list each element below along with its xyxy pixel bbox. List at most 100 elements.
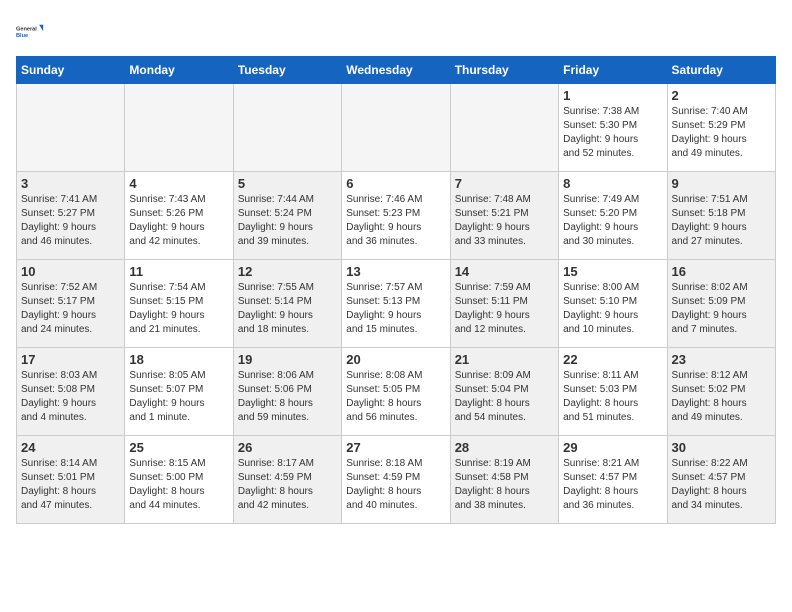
day-number: 24 (21, 440, 120, 455)
calendar-cell: 29Sunrise: 8:21 AM Sunset: 4:57 PM Dayli… (559, 436, 667, 524)
svg-text:General: General (16, 26, 37, 32)
calendar-cell: 27 Sunrise: 8:18 AM Sunset: 4:59 PM Dayli… (342, 436, 450, 524)
day-info: Sunrise: 7:41 AM Sunset: 5:27 PM Dayligh… (21, 193, 120, 249)
day-number: 29 (563, 440, 662, 455)
day-info: Sunrise: 8:05 AM Sunset: 5:07 PM Dayligh… (129, 369, 228, 425)
day-info: Sunrise: 7:38 AM Sunset: 5:30 PM Dayligh… (563, 105, 662, 161)
calendar-row-3: 17 Sunrise: 8:03 AM Sunset: 5:08 PM Dayli… (17, 348, 776, 436)
day-number: 11 (129, 264, 228, 279)
calendar-cell: 1 Sunrise: 7:38 AM Sunset: 5:30 PM Daylig… (559, 84, 667, 172)
calendar-cell: 21 Sunrise: 8:09 AM Sunset: 5:04 PM Dayli… (450, 348, 558, 436)
day-number: 6 (346, 176, 445, 191)
day-info: Sunrise: 7:48 AM Sunset: 5:21 PM Dayligh… (455, 193, 554, 249)
header-cell-monday: Monday (125, 57, 233, 84)
svg-text:Blue: Blue (16, 33, 28, 39)
calendar-cell: 20 Sunrise: 8:08 AM Sunset: 5:05 PM Dayli… (342, 348, 450, 436)
day-number: 19 (238, 352, 337, 367)
day-number: 15 (563, 264, 662, 279)
day-info: Sunrise: 8:08 AM Sunset: 5:05 PM Dayligh… (346, 369, 445, 425)
header-cell-saturday: Saturday (667, 57, 775, 84)
header-cell-sunday: Sunday (17, 57, 125, 84)
day-info: Sunrise: 8:14 AM Sunset: 5:01 PM Dayligh… (21, 457, 120, 513)
calendar-cell: 24 Sunrise: 8:14 AM Sunset: 5:01 PM Dayli… (17, 436, 125, 524)
day-info: Sunrise: 7:55 AM Sunset: 5:14 PM Dayligh… (238, 281, 337, 337)
calendar-row-1: 3 Sunrise: 7:41 AM Sunset: 5:27 PM Daylig… (17, 172, 776, 260)
day-info: Sunrise: 8:12 AM Sunset: 5:02 PM Dayligh… (672, 369, 771, 425)
day-info: Sunrise: 7:54 AM Sunset: 5:15 PM Dayligh… (129, 281, 228, 337)
logo-icon: GeneralBlue (16, 16, 48, 48)
day-number: 14 (455, 264, 554, 279)
day-number: 16 (672, 264, 771, 279)
calendar-cell (233, 84, 341, 172)
day-number: 13 (346, 264, 445, 279)
day-info: Sunrise: 7:46 AM Sunset: 5:23 PM Dayligh… (346, 193, 445, 249)
calendar-cell: 17 Sunrise: 8:03 AM Sunset: 5:08 PM Dayli… (17, 348, 125, 436)
day-info: Sunrise: 7:44 AM Sunset: 5:24 PM Dayligh… (238, 193, 337, 249)
day-info: Sunrise: 8:03 AM Sunset: 5:08 PM Dayligh… (21, 369, 120, 425)
day-number: 21 (455, 352, 554, 367)
calendar-cell: 7 Sunrise: 7:48 AM Sunset: 5:21 PM Daylig… (450, 172, 558, 260)
calendar-row-2: 10 Sunrise: 7:52 AM Sunset: 5:17 PM Dayli… (17, 260, 776, 348)
calendar-cell: 22 Sunrise: 8:11 AM Sunset: 5:03 PM Dayli… (559, 348, 667, 436)
calendar-cell: 28 Sunrise: 8:19 AM Sunset: 4:58 PM Dayli… (450, 436, 558, 524)
day-info: Sunrise: 7:59 AM Sunset: 5:11 PM Dayligh… (455, 281, 554, 337)
day-info: Sunrise: 8:02 AM Sunset: 5:09 PM Dayligh… (672, 281, 771, 337)
header-cell-wednesday: Wednesday (342, 57, 450, 84)
calendar-row-0: 1 Sunrise: 7:38 AM Sunset: 5:30 PM Daylig… (17, 84, 776, 172)
calendar-cell (17, 84, 125, 172)
day-info: Sunrise: 8:09 AM Sunset: 5:04 PM Dayligh… (455, 369, 554, 425)
day-info: Sunrise: 7:52 AM Sunset: 5:17 PM Dayligh… (21, 281, 120, 337)
day-number: 10 (21, 264, 120, 279)
day-number: 22 (563, 352, 662, 367)
day-number: 17 (21, 352, 120, 367)
calendar-cell: 8 Sunrise: 7:49 AM Sunset: 5:20 PM Daylig… (559, 172, 667, 260)
calendar-cell: 25Sunrise: 8:15 AM Sunset: 5:00 PM Dayli… (125, 436, 233, 524)
calendar-cell: 6 Sunrise: 7:46 AM Sunset: 5:23 PM Daylig… (342, 172, 450, 260)
day-info: Sunrise: 7:51 AM Sunset: 5:18 PM Dayligh… (672, 193, 771, 249)
day-info: Sunrise: 7:43 AM Sunset: 5:26 PM Dayligh… (129, 193, 228, 249)
header-cell-thursday: Thursday (450, 57, 558, 84)
day-number: 23 (672, 352, 771, 367)
header-cell-tuesday: Tuesday (233, 57, 341, 84)
day-number: 25 (129, 440, 228, 455)
calendar-cell: 18Sunrise: 8:05 AM Sunset: 5:07 PM Dayli… (125, 348, 233, 436)
day-number: 4 (129, 176, 228, 191)
day-info: Sunrise: 8:22 AM Sunset: 4:57 PM Dayligh… (672, 457, 771, 513)
calendar-cell: 11 Sunrise: 7:54 AM Sunset: 5:15 PM Dayli… (125, 260, 233, 348)
calendar-cell (125, 84, 233, 172)
day-info: Sunrise: 8:18 AM Sunset: 4:59 PM Dayligh… (346, 457, 445, 513)
day-number: 30 (672, 440, 771, 455)
header-cell-friday: Friday (559, 57, 667, 84)
day-number: 1 (563, 88, 662, 103)
day-number: 26 (238, 440, 337, 455)
day-info: Sunrise: 7:49 AM Sunset: 5:20 PM Dayligh… (563, 193, 662, 249)
day-info: Sunrise: 8:06 AM Sunset: 5:06 PM Dayligh… (238, 369, 337, 425)
day-number: 5 (238, 176, 337, 191)
day-number: 27 (346, 440, 445, 455)
calendar-cell: 26 Sunrise: 8:17 AM Sunset: 4:59 PM Dayli… (233, 436, 341, 524)
calendar-cell: 15Sunrise: 8:00 AM Sunset: 5:10 PM Dayli… (559, 260, 667, 348)
calendar-cell: 12 Sunrise: 7:55 AM Sunset: 5:14 PM Dayli… (233, 260, 341, 348)
day-number: 12 (238, 264, 337, 279)
day-info: Sunrise: 7:57 AM Sunset: 5:13 PM Dayligh… (346, 281, 445, 337)
day-info: Sunrise: 7:40 AM Sunset: 5:29 PM Dayligh… (672, 105, 771, 161)
day-number: 28 (455, 440, 554, 455)
calendar-cell: 14 Sunrise: 7:59 AM Sunset: 5:11 PM Dayli… (450, 260, 558, 348)
day-info: Sunrise: 8:19 AM Sunset: 4:58 PM Dayligh… (455, 457, 554, 513)
calendar-cell (450, 84, 558, 172)
day-number: 2 (672, 88, 771, 103)
day-number: 3 (21, 176, 120, 191)
calendar-cell: 10 Sunrise: 7:52 AM Sunset: 5:17 PM Dayli… (17, 260, 125, 348)
day-info: Sunrise: 8:11 AM Sunset: 5:03 PM Dayligh… (563, 369, 662, 425)
calendar-cell: 30 Sunrise: 8:22 AM Sunset: 4:57 PM Dayli… (667, 436, 775, 524)
day-info: Sunrise: 8:17 AM Sunset: 4:59 PM Dayligh… (238, 457, 337, 513)
day-number: 20 (346, 352, 445, 367)
day-number: 9 (672, 176, 771, 191)
calendar-cell: 16 Sunrise: 8:02 AM Sunset: 5:09 PM Dayli… (667, 260, 775, 348)
day-number: 8 (563, 176, 662, 191)
calendar-cell: 9 Sunrise: 7:51 AM Sunset: 5:18 PM Daylig… (667, 172, 775, 260)
day-number: 7 (455, 176, 554, 191)
calendar-row-4: 24 Sunrise: 8:14 AM Sunset: 5:01 PM Dayli… (17, 436, 776, 524)
calendar-table: SundayMondayTuesdayWednesdayThursdayFrid… (16, 56, 776, 524)
calendar-cell: 23 Sunrise: 8:12 AM Sunset: 5:02 PM Dayli… (667, 348, 775, 436)
